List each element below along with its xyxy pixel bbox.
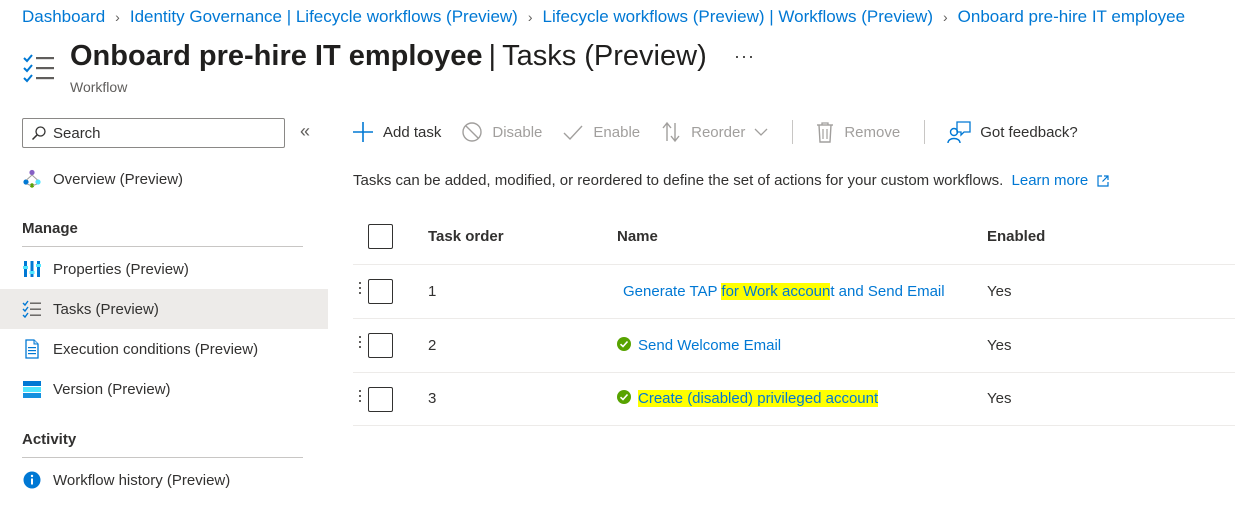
document-icon [22, 339, 42, 359]
sidebar-item-workflow-history[interactable]: Workflow history (Preview) [0, 460, 328, 500]
sidebar-item-label: Tasks (Preview) [53, 300, 159, 318]
remove-label: Remove [844, 123, 901, 141]
page-subtitle: Workflow [70, 79, 128, 95]
sidebar-item-label: Execution conditions (Preview) [53, 340, 259, 358]
task-name-link[interactable]: Generate TAP for Work account and Send E… [623, 283, 945, 300]
section-activity: Activity [22, 431, 77, 448]
success-check-icon [617, 390, 631, 404]
drag-handle-icon[interactable] [357, 390, 363, 408]
page-title-main: Onboard pre-hire IT employee [70, 40, 483, 72]
trash-icon [817, 122, 834, 143]
sidebar-item-label: Workflow history (Preview) [53, 471, 231, 489]
breadcrumb-onboard-workflow[interactable]: Onboard pre-hire IT employee [958, 7, 1185, 27]
page-title-section: Tasks (Preview) [502, 40, 707, 72]
table-row[interactable]: 1 Generate TAP for Work account and Send… [353, 265, 1235, 319]
reorder-label: Reorder [691, 123, 746, 141]
chevron-down-icon [754, 128, 768, 136]
feedback-label: Got feedback? [980, 123, 1078, 141]
checkmark-icon [563, 125, 583, 141]
column-header-name[interactable]: Name [617, 228, 658, 245]
row-checkbox[interactable] [368, 387, 393, 412]
table-row[interactable]: 3 Create (disabled) privileged account Y… [353, 373, 1235, 426]
search-input[interactable] [53, 124, 273, 142]
sort-icon [662, 121, 680, 143]
table-header-row: Task order Name Enabled [353, 210, 1235, 265]
task-list-icon [22, 299, 42, 319]
drag-handle-icon[interactable] [357, 282, 363, 300]
sidebar-item-label: Properties (Preview) [53, 260, 189, 278]
remove-button[interactable]: Remove [815, 121, 900, 143]
block-icon [462, 122, 483, 142]
plus-icon [353, 122, 373, 142]
row-checkbox[interactable] [368, 279, 393, 304]
sidebar-item-properties[interactable]: Properties (Preview) [0, 249, 328, 289]
external-link-icon [1097, 174, 1109, 187]
divider [22, 246, 303, 247]
breadcrumb: Dashboard › Identity Governance | Lifecy… [22, 6, 1185, 28]
breadcrumb-workflows[interactable]: Lifecycle workflows (Preview) | Workflow… [543, 7, 933, 27]
overview-icon [22, 169, 42, 189]
search-box[interactable] [22, 118, 285, 148]
version-icon [22, 379, 42, 399]
chevron-right-icon: › [115, 9, 120, 25]
search-icon [31, 126, 46, 141]
row-checkbox[interactable] [368, 333, 393, 358]
page-title-separator: | [488, 40, 497, 72]
breadcrumb-identity-governance[interactable]: Identity Governance | Lifecycle workflow… [130, 7, 518, 27]
info-icon [22, 470, 42, 490]
enable-button[interactable]: Enable [562, 121, 640, 143]
drag-handle-icon[interactable] [357, 336, 363, 354]
column-header-enabled[interactable]: Enabled [987, 228, 1045, 245]
success-check-icon [617, 337, 631, 351]
reorder-button[interactable]: Reorder [660, 121, 768, 143]
disable-button[interactable]: Disable [461, 121, 542, 143]
sidebar-item-overview[interactable]: Overview (Preview) [0, 159, 328, 199]
page-title: Onboard pre-hire IT employee | Tasks (Prev… [70, 40, 707, 73]
collapse-sidebar-button[interactable]: « [300, 121, 310, 142]
description: Tasks can be added, modified, or reorder… [353, 172, 1109, 189]
add-task-button[interactable]: Add task [352, 121, 441, 143]
toolbar-divider [792, 120, 794, 144]
learn-more-label: Learn more [1011, 172, 1089, 189]
select-all-checkbox[interactable] [368, 224, 393, 249]
sidebar-item-execution-conditions[interactable]: Execution conditions (Preview) [0, 329, 328, 369]
table-row[interactable]: 2 Send Welcome Email Yes [353, 319, 1235, 373]
sidebar-item-version[interactable]: Version (Preview) [0, 369, 328, 409]
task-order: 2 [428, 337, 437, 354]
feedback-button[interactable]: Got feedback? [947, 120, 1078, 144]
properties-icon [22, 259, 42, 279]
learn-more-link[interactable]: Learn more [1012, 172, 1110, 189]
chevron-right-icon: › [527, 9, 533, 25]
task-enabled: Yes [987, 337, 1012, 354]
sidebar-item-label: Overview (Preview) [53, 170, 184, 188]
add-task-label: Add task [383, 123, 442, 141]
task-name-part[interactable]: Generate TAP [623, 283, 721, 300]
task-name-link[interactable]: Create (disabled) privileged account [617, 390, 879, 407]
task-enabled: Yes [987, 390, 1012, 407]
task-order: 1 [428, 283, 437, 300]
task-list-icon [22, 52, 56, 86]
divider [22, 457, 303, 458]
column-header-task-order[interactable]: Task order [428, 228, 504, 245]
task-name-link[interactable]: Send Welcome Email [617, 337, 781, 354]
feedback-person-icon [947, 121, 971, 144]
more-options-button[interactable]: ··· [734, 46, 755, 67]
sidebar-item-label: Version (Preview) [53, 380, 171, 398]
description-text: Tasks can be added, modified, or reorder… [353, 172, 1004, 189]
breadcrumb-dashboard[interactable]: Dashboard [22, 7, 105, 27]
enable-label: Enable [593, 123, 641, 141]
chevron-right-icon: › [942, 9, 948, 25]
section-manage: Manage [22, 220, 78, 237]
task-name-part[interactable]: t and Send Email [830, 283, 944, 300]
task-name-part[interactable]: Send Welcome Email [638, 337, 781, 354]
command-bar: Add task Disable Enable Reorder Remove G… [352, 117, 1098, 147]
task-name-highlight[interactable]: for Work accoun [721, 283, 831, 300]
task-enabled: Yes [987, 283, 1012, 300]
sidebar-item-tasks[interactable]: Tasks (Preview) [0, 289, 328, 329]
disable-label: Disable [492, 123, 543, 141]
task-name-highlight[interactable]: Create (disabled) privileged account [638, 390, 879, 407]
toolbar-divider [924, 120, 926, 144]
task-order: 3 [428, 390, 437, 407]
